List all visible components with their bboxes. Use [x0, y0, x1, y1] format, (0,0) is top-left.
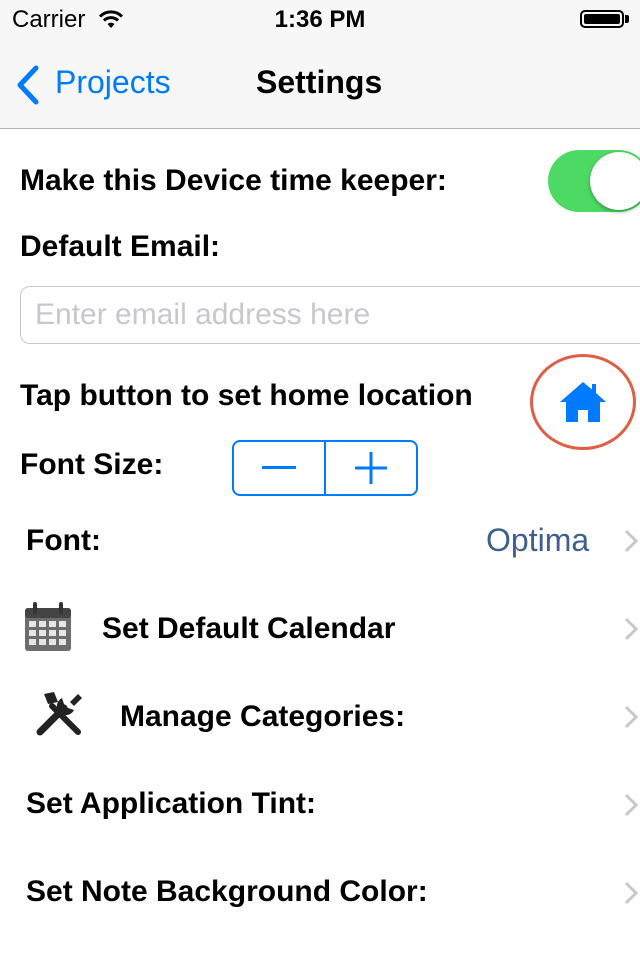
page-title: Settings [256, 64, 383, 100]
application-tint-label[interactable]: Set Application Tint: [26, 787, 316, 821]
plus-icon [355, 452, 387, 484]
home-location-label: Tap button to set home location [20, 379, 473, 412]
font-size-label: Font Size: [20, 448, 164, 481]
battery-tip [625, 15, 629, 23]
chevron-right-icon[interactable] [624, 881, 638, 905]
increment-button[interactable] [326, 442, 416, 494]
email-field[interactable] [20, 286, 640, 344]
manage-categories-label[interactable]: Manage Categories: [120, 700, 405, 734]
time-keeper-label: Make this Device time keeper: [20, 164, 447, 197]
back-chevron-icon[interactable] [14, 64, 42, 106]
default-email-label: Default Email: [20, 230, 221, 263]
default-calendar-label[interactable]: Set Default Calendar [102, 612, 395, 646]
decrement-button[interactable] [234, 442, 324, 494]
status-time: 1:36 PM [274, 6, 366, 33]
chevron-right-icon[interactable] [624, 705, 638, 729]
font-size-stepper[interactable] [232, 440, 418, 496]
chevron-right-icon[interactable] [624, 529, 638, 553]
time-keeper-toggle[interactable] [548, 150, 640, 212]
chevron-right-icon[interactable] [624, 793, 638, 817]
toggle-knob [590, 152, 640, 210]
note-background-color-label[interactable]: Set Note Background Color: [26, 875, 428, 909]
font-value[interactable]: Optima [486, 522, 589, 559]
tools-icon [36, 692, 82, 736]
font-label[interactable]: Font: [26, 524, 101, 558]
calendar-icon [25, 602, 71, 651]
home-icon[interactable] [558, 380, 608, 424]
minus-icon [262, 466, 296, 469]
battery-icon [580, 10, 624, 28]
chevron-right-icon[interactable] [624, 617, 638, 641]
back-button[interactable]: Projects [55, 64, 171, 101]
